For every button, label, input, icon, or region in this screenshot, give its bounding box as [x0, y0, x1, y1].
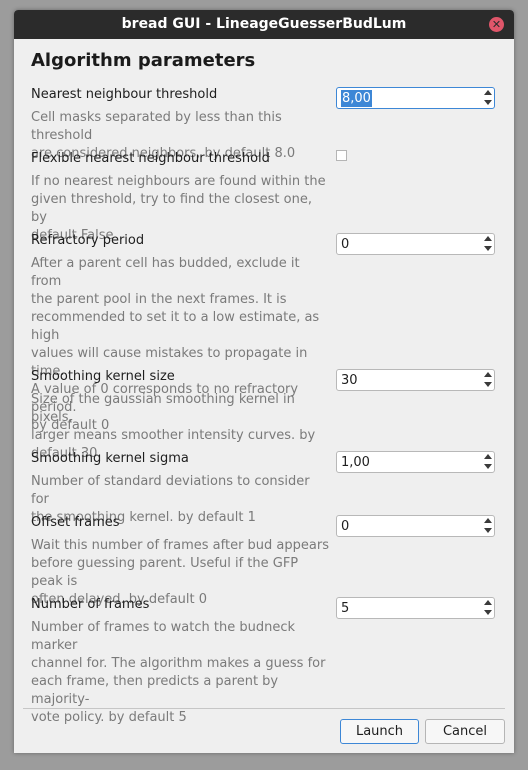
param-label-offset-frames: Offset frames: [31, 515, 120, 530]
description-line: given threshold, try to find the closest…: [31, 192, 312, 225]
description-line: each frame, then predicts a parent by ma…: [31, 674, 279, 707]
section-heading: Algorithm parameters: [31, 50, 256, 71]
param-label-refractory-period: Refractory period: [31, 233, 145, 248]
spin-arrows[interactable]: [483, 371, 492, 389]
spin-down-icon[interactable]: [484, 246, 492, 251]
description-line: If no nearest neighbours are found withi…: [31, 174, 326, 189]
spin-up-icon[interactable]: [484, 600, 492, 605]
description-line: vote policy. by default 5: [31, 710, 187, 725]
spin-down-icon[interactable]: [484, 610, 492, 615]
spin-down-icon[interactable]: [484, 464, 492, 469]
spinbox-value[interactable]: 5: [341, 600, 349, 617]
description-line: the parent pool in the next frames. It i…: [31, 292, 287, 307]
spin-arrows[interactable]: [483, 517, 492, 535]
spin-up-icon[interactable]: [484, 372, 492, 377]
description-line: larger means smoother intensity curves. …: [31, 428, 316, 443]
footer-separator: [23, 708, 505, 709]
param-label-nearest-neighbour-threshold: Nearest neighbour threshold: [31, 87, 218, 102]
spinbox-value[interactable]: 8,00: [341, 90, 372, 107]
spinbox-value[interactable]: 30: [341, 372, 358, 389]
param-label-smoothing-kernel-size: Smoothing kernel size: [31, 369, 175, 384]
smoothing-kernel-size-spinbox[interactable]: 30: [336, 369, 495, 391]
spin-down-icon[interactable]: [484, 382, 492, 387]
description-line: Wait this number of frames after bud app…: [31, 538, 329, 553]
window-title: bread GUI - LineageGuesserBudLum: [121, 16, 407, 32]
smoothing-kernel-sigma-spinbox[interactable]: 1,00: [336, 451, 495, 473]
refractory-period-spinbox[interactable]: 0: [336, 233, 495, 255]
spin-arrows[interactable]: [483, 453, 492, 471]
spin-arrows[interactable]: [483, 235, 492, 253]
param-label-flexible-nn-threshold: Flexible nearest neighbour threshold: [31, 151, 270, 166]
flexible-nn-threshold-checkbox[interactable]: [336, 150, 347, 161]
spinbox-value[interactable]: 1,00: [341, 454, 370, 471]
spin-arrows[interactable]: [483, 89, 492, 107]
param-label-smoothing-kernel-sigma: Smoothing kernel sigma: [31, 451, 189, 466]
spinbox-value[interactable]: 0: [341, 518, 349, 535]
description-line: recommended to set it to a low estimate,…: [31, 310, 320, 343]
param-label-number-of-frames: Number of frames: [31, 597, 150, 612]
description-line: before guessing parent. Useful if the GF…: [31, 556, 299, 589]
spin-down-icon[interactable]: [484, 100, 492, 105]
dialog-window: bread GUI - LineageGuesserBudLum ✕ Algor…: [14, 10, 514, 753]
spin-up-icon[interactable]: [484, 518, 492, 523]
description-line: Number of standard deviations to conside…: [31, 474, 310, 507]
spin-arrows[interactable]: [483, 599, 492, 617]
offset-frames-spinbox[interactable]: 0: [336, 515, 495, 537]
title-bar[interactable]: bread GUI - LineageGuesserBudLum ✕: [14, 10, 514, 39]
description-line: channel for. The algorithm makes a guess…: [31, 656, 326, 671]
description-line: Number of frames to watch the budneck ma…: [31, 620, 295, 653]
nearest-neighbour-threshold-spinbox[interactable]: 8,00: [336, 87, 495, 109]
number-of-frames-spinbox[interactable]: 5: [336, 597, 495, 619]
description-line: Cell masks separated by less than this t…: [31, 110, 282, 143]
description-line: After a parent cell has budded, exclude …: [31, 256, 300, 289]
launch-button[interactable]: Launch: [340, 719, 419, 744]
spin-up-icon[interactable]: [484, 90, 492, 95]
spin-up-icon[interactable]: [484, 454, 492, 459]
close-icon[interactable]: ✕: [489, 17, 504, 32]
cancel-button[interactable]: Cancel: [425, 719, 505, 744]
spin-down-icon[interactable]: [484, 528, 492, 533]
spinbox-value[interactable]: 0: [341, 236, 349, 253]
param-description: Number of frames to watch the budneck ma…: [31, 619, 331, 727]
description-line: Size of the gaussian smoothing kernel in…: [31, 392, 295, 425]
spin-up-icon[interactable]: [484, 236, 492, 241]
